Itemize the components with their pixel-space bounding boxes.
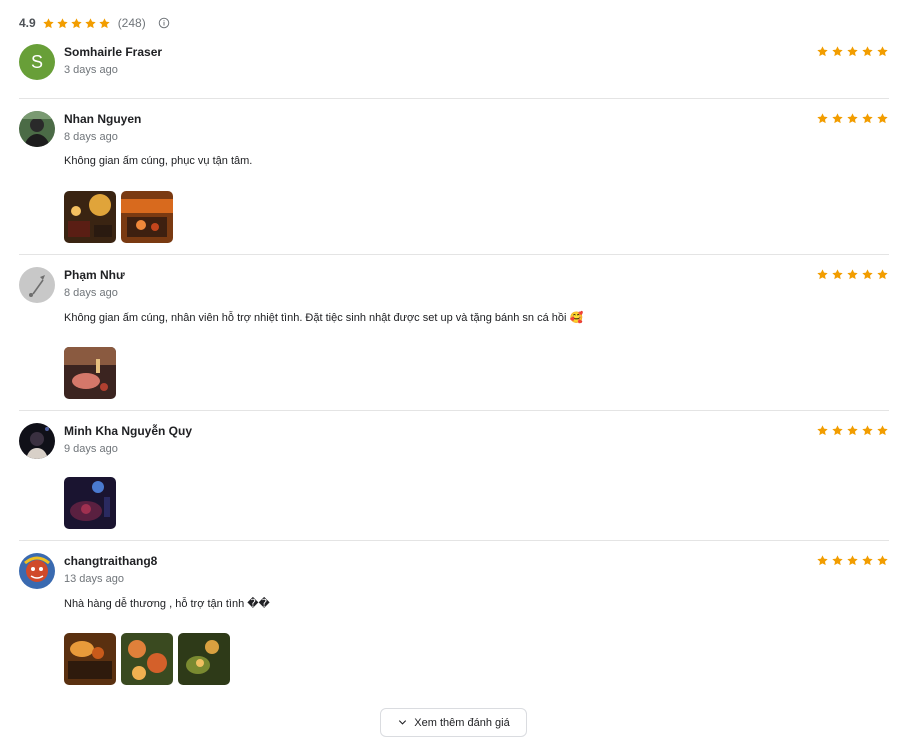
review-stars xyxy=(814,554,889,567)
review-item: Nhan Nguyen 8 days ago Không gian ấm cún… xyxy=(19,111,889,257)
review-date: 8 days ago xyxy=(64,131,118,143)
review-item: S Somhairle Fraser 3 days ago xyxy=(19,44,889,100)
divider xyxy=(19,98,889,99)
star-icon xyxy=(43,17,54,28)
load-more-reviews-button[interactable]: Xem thêm đánh giá xyxy=(380,708,527,737)
load-more-label: Xem thêm đánh giá xyxy=(414,716,510,729)
star-icon xyxy=(877,46,888,57)
star-icon xyxy=(862,269,873,280)
review-photo[interactable] xyxy=(121,633,173,685)
star-icon xyxy=(847,425,858,436)
star-icon xyxy=(862,555,873,566)
review-date: 8 days ago xyxy=(64,287,118,299)
star-icon xyxy=(832,269,843,280)
review-stars xyxy=(814,112,889,125)
chevron-down-icon xyxy=(399,720,407,725)
review-photo[interactable] xyxy=(64,477,116,529)
review-stars xyxy=(814,268,889,281)
avatar[interactable] xyxy=(19,423,55,459)
star-icon xyxy=(832,113,843,124)
divider xyxy=(19,540,889,541)
star-icon xyxy=(832,46,843,57)
star-icon xyxy=(862,46,873,57)
info-icon[interactable] xyxy=(158,17,170,29)
review-photo[interactable] xyxy=(64,347,116,399)
reviewer-name[interactable]: Nhan Nguyen xyxy=(64,112,141,126)
star-icon xyxy=(817,113,828,124)
review-photo[interactable] xyxy=(178,633,230,685)
review-stars xyxy=(814,424,889,437)
star-icon xyxy=(877,555,888,566)
star-icon xyxy=(847,269,858,280)
review-photo[interactable] xyxy=(64,191,116,243)
avatar[interactable] xyxy=(19,111,55,147)
reviewer-name[interactable]: Phạm Như xyxy=(64,268,125,282)
review-text: Không gian ấm cúng, phục vụ tận tâm. xyxy=(64,155,253,167)
review-date: 9 days ago xyxy=(64,443,118,455)
review-text: Không gian ấm cúng, nhân viên hỗ trợ nhi… xyxy=(64,312,584,324)
review-date: 3 days ago xyxy=(64,64,118,76)
star-icon xyxy=(877,425,888,436)
review-count: (248) xyxy=(117,16,146,30)
star-icon xyxy=(847,46,858,57)
reviewer-name[interactable]: changtraithang8 xyxy=(64,554,157,568)
star-icon xyxy=(877,269,888,280)
star-icon xyxy=(862,113,873,124)
reviewer-name[interactable]: Minh Kha Nguyễn Quy xyxy=(64,424,192,438)
average-score: 4.9 xyxy=(19,16,36,30)
review-photos xyxy=(64,347,121,399)
star-icon xyxy=(817,555,828,566)
average-stars xyxy=(42,17,112,30)
review-stars xyxy=(814,45,889,58)
star-icon xyxy=(57,17,68,28)
review-photos xyxy=(64,633,235,685)
star-icon xyxy=(817,269,828,280)
star-icon xyxy=(847,555,858,566)
review-photos xyxy=(64,191,178,243)
divider xyxy=(19,254,889,255)
star-icon xyxy=(862,425,873,436)
review-item: Minh Kha Nguyễn Quy 9 days ago xyxy=(19,423,889,543)
review-text: Nhà hàng dễ thương , hỗ trợ tận tình �� xyxy=(64,598,270,610)
star-icon xyxy=(71,17,82,28)
rating-summary: 4.9 (248) xyxy=(19,13,170,33)
star-icon xyxy=(85,17,96,28)
reviewer-name[interactable]: Somhairle Fraser xyxy=(64,45,162,59)
star-icon xyxy=(877,113,888,124)
review-date: 13 days ago xyxy=(64,573,124,585)
review-item: changtraithang8 13 days ago Nhà hàng dễ … xyxy=(19,553,889,687)
star-icon xyxy=(817,46,828,57)
star-icon xyxy=(99,17,110,28)
star-icon xyxy=(832,555,843,566)
star-icon xyxy=(847,113,858,124)
star-icon xyxy=(832,425,843,436)
review-photos xyxy=(64,477,121,529)
avatar-letter: S xyxy=(30,51,43,72)
review-item: Phạm Như 8 days ago Không gian ấm cúng, … xyxy=(19,267,889,413)
review-photo[interactable] xyxy=(121,191,173,243)
avatar[interactable] xyxy=(19,553,55,589)
avatar[interactable]: S xyxy=(19,44,55,80)
star-icon xyxy=(817,425,828,436)
avatar[interactable] xyxy=(19,267,55,303)
review-photo[interactable] xyxy=(64,633,116,685)
divider xyxy=(19,410,889,411)
